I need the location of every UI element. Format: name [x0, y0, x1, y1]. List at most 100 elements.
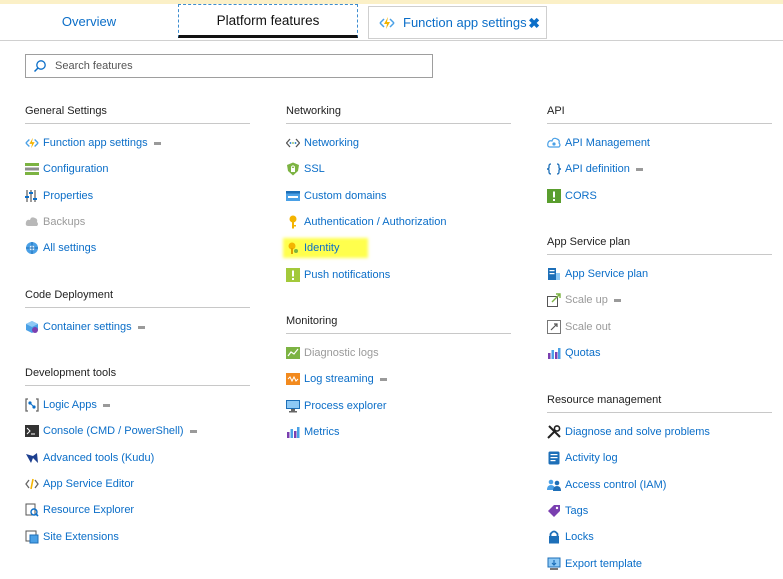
tab-overview[interactable]: Overview [0, 4, 178, 38]
link-export-template[interactable]: Export template [547, 550, 772, 576]
link-all-settings[interactable]: All settings [25, 235, 250, 261]
link-label: Backups [43, 216, 86, 229]
link-label: Diagnostic logs [304, 347, 379, 360]
link-logic-apps[interactable]: Logic Apps [25, 392, 250, 418]
preview-marker [153, 141, 161, 145]
search-input[interactable] [53, 59, 417, 73]
scale-out-icon [547, 319, 561, 334]
section-title: App Service plan [547, 234, 772, 255]
diagnostic-logs-icon [286, 346, 300, 360]
link-diagnose[interactable]: Diagnose and solve problems [547, 419, 772, 445]
link-label: Console (CMD / PowerShell) [43, 425, 184, 438]
link-configuration[interactable]: Configuration [25, 156, 250, 182]
section-title: Code Deployment [25, 287, 250, 308]
search-box[interactable] [25, 54, 433, 78]
console-icon [25, 424, 39, 438]
tab-bar: Overview Platform features Function app … [0, 4, 783, 41]
link-label: Locks [565, 531, 594, 544]
link-label: Log streaming [304, 373, 374, 386]
link-identity[interactable]: Identity [286, 235, 511, 261]
section-title: Networking [286, 103, 511, 124]
wrench-icon [547, 425, 561, 439]
link-resource-explorer[interactable]: Resource Explorer [25, 497, 250, 523]
link-label: Advanced tools (Kudu) [43, 451, 155, 464]
configuration-icon [25, 162, 39, 176]
section-title: Development tools [25, 365, 250, 386]
cors-icon [547, 188, 561, 203]
link-ssl[interactable]: SSL [286, 156, 511, 182]
link-process-explorer[interactable]: Process explorer [286, 393, 511, 419]
section-app-service-plan: App Service plan App Service plan Scale … [547, 234, 772, 366]
link-properties[interactable]: Properties [25, 183, 250, 209]
custom-domains-icon [286, 189, 300, 203]
link-authentication[interactable]: Authentication / Authorization [286, 209, 511, 235]
link-label: Identity [304, 242, 340, 255]
link-metrics[interactable]: Metrics [286, 419, 511, 445]
link-label: Quotas [565, 347, 601, 360]
section-general-settings: General Settings Function app settings C… [25, 103, 250, 261]
link-diagnostic-logs[interactable]: Diagnostic logs [286, 340, 511, 366]
link-label: Logic Apps [43, 399, 97, 412]
export-template-icon [547, 557, 561, 571]
link-label: Scale out [565, 320, 611, 333]
section-development-tools: Development tools Logic Apps Console (CM… [25, 365, 250, 550]
link-tags[interactable]: Tags [547, 498, 772, 524]
link-push-notifications[interactable]: Push notifications [286, 261, 511, 287]
shield-icon [286, 162, 300, 176]
link-api-definition[interactable]: API definition [547, 156, 772, 182]
link-cors[interactable]: CORS [547, 183, 772, 209]
link-console[interactable]: Console (CMD / PowerShell) [25, 418, 250, 444]
link-log-streaming[interactable]: Log streaming [286, 366, 511, 392]
section-title: Monitoring [286, 313, 511, 334]
section-networking: Networking Networking SSL Custom domains… [286, 103, 511, 288]
link-networking[interactable]: Networking [286, 130, 511, 156]
close-icon[interactable]: ✖ [528, 15, 540, 32]
link-advanced-tools[interactable]: Advanced tools (Kudu) [25, 445, 250, 471]
tab-function-app-settings-label: Function app settings [403, 15, 527, 30]
tab-function-app-settings[interactable]: Function app settings ✖ [368, 6, 547, 39]
link-label: All settings [43, 242, 97, 255]
section-resource-management: Resource management Diagnose and solve p… [547, 392, 772, 577]
properties-icon [25, 189, 39, 203]
section-api: API API Management API definition CORS [547, 103, 772, 209]
tab-platform-features[interactable]: Platform features [178, 4, 358, 38]
kudu-icon [25, 451, 39, 465]
search-icon [33, 60, 46, 73]
preview-marker [635, 167, 643, 171]
metrics-icon [286, 425, 300, 439]
link-label: App Service plan [565, 268, 649, 281]
key-icon [286, 215, 300, 229]
logic-apps-icon [25, 398, 39, 412]
app-service-plan-icon [547, 267, 561, 281]
link-container-settings[interactable]: Container settings [25, 314, 250, 340]
link-access-control[interactable]: Access control (IAM) [547, 472, 772, 498]
scale-up-icon [547, 293, 561, 308]
link-activity-log[interactable]: Activity log [547, 445, 772, 471]
lock-icon [547, 530, 561, 544]
link-label: Site Extensions [43, 530, 119, 543]
site-extensions-icon [25, 530, 39, 544]
link-label: SSL [304, 163, 325, 176]
link-label: API definition [565, 163, 630, 176]
link-label: Metrics [304, 426, 340, 439]
link-locks[interactable]: Locks [547, 524, 772, 550]
api-management-icon [547, 136, 561, 150]
link-function-app-settings[interactable]: Function app settings [25, 130, 250, 156]
link-backups[interactable]: Backups [25, 209, 250, 235]
link-app-service-editor[interactable]: App Service Editor [25, 471, 250, 497]
link-quotas[interactable]: Quotas [547, 340, 772, 366]
link-label: Activity log [565, 452, 618, 465]
link-site-extensions[interactable]: Site Extensions [25, 523, 250, 549]
log-streaming-icon [286, 372, 300, 386]
section-title: General Settings [25, 103, 250, 124]
link-custom-domains[interactable]: Custom domains [286, 183, 511, 209]
section-code-deployment: Code Deployment Container settings [25, 287, 250, 340]
link-scale-out[interactable]: Scale out [547, 314, 772, 340]
section-title: Resource management [547, 392, 772, 413]
link-label: Properties [43, 189, 94, 202]
link-api-management[interactable]: API Management [547, 130, 772, 156]
link-scale-up[interactable]: Scale up [547, 287, 772, 313]
link-app-service-plan[interactable]: App Service plan [547, 261, 772, 287]
activity-log-icon [547, 451, 561, 465]
link-label: Push notifications [304, 268, 391, 281]
